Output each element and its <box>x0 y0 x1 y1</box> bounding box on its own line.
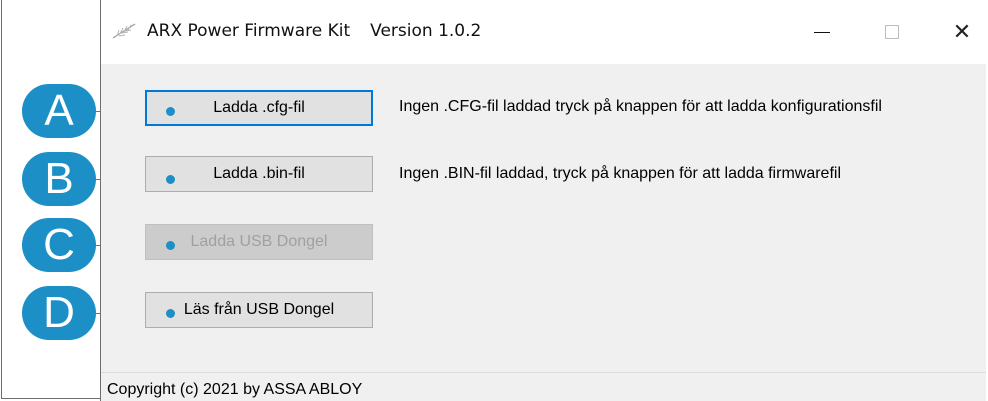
window-title: ARX Power Firmware Kit Version 1.0.2 <box>147 21 481 41</box>
callout-b-marker: B <box>22 152 96 206</box>
callout-d-marker: D <box>22 286 96 340</box>
read-usb-dongle-button[interactable]: Läs från USB Dongel <box>145 292 373 328</box>
minimize-button[interactable] <box>793 0 851 64</box>
callout-c-marker: C <box>22 218 96 272</box>
close-button[interactable]: ✕ <box>933 0 988 64</box>
load-usb-dongle-label: Ladda USB Dongel <box>190 233 328 250</box>
cfg-status-text: Ingen .CFG-fil laddad tryck på knappen f… <box>399 98 882 115</box>
callout-a-marker: A <box>22 84 96 138</box>
callout-b-dot <box>166 175 175 184</box>
title-bar[interactable]: ARX Power Firmware Kit Version 1.0.2 ✕ <box>101 0 986 64</box>
app-version: Version 1.0.2 <box>370 21 482 41</box>
bin-status-text: Ingen .BIN-fil laddad, tryck på knappen … <box>399 165 841 182</box>
read-usb-dongle-label: Läs från USB Dongel <box>183 301 335 318</box>
callout-c-dot <box>166 241 175 250</box>
callout-d-dot <box>166 309 175 318</box>
app-window: ARX Power Firmware Kit Version 1.0.2 ✕ La… <box>100 0 986 401</box>
feather-icon <box>112 23 136 39</box>
load-cfg-label: Ladda .cfg-fil <box>213 99 305 116</box>
maximize-icon <box>885 25 899 39</box>
close-icon: ✕ <box>952 19 972 45</box>
callout-a-dot <box>166 107 175 116</box>
app-title: ARX Power Firmware Kit <box>147 21 351 41</box>
load-bin-label: Ladda .bin-fil <box>213 165 305 182</box>
load-usb-dongle-button[interactable]: Ladda USB Dongel <box>145 224 373 260</box>
copyright-text: Copyright (c) 2021 by ASSA ABLOY <box>107 381 363 398</box>
minimize-icon <box>814 31 830 33</box>
load-cfg-button[interactable]: Ladda .cfg-fil <box>145 90 373 126</box>
footer-divider <box>101 372 986 373</box>
maximize-button[interactable] <box>863 0 921 64</box>
load-bin-button[interactable]: Ladda .bin-fil <box>145 156 373 192</box>
